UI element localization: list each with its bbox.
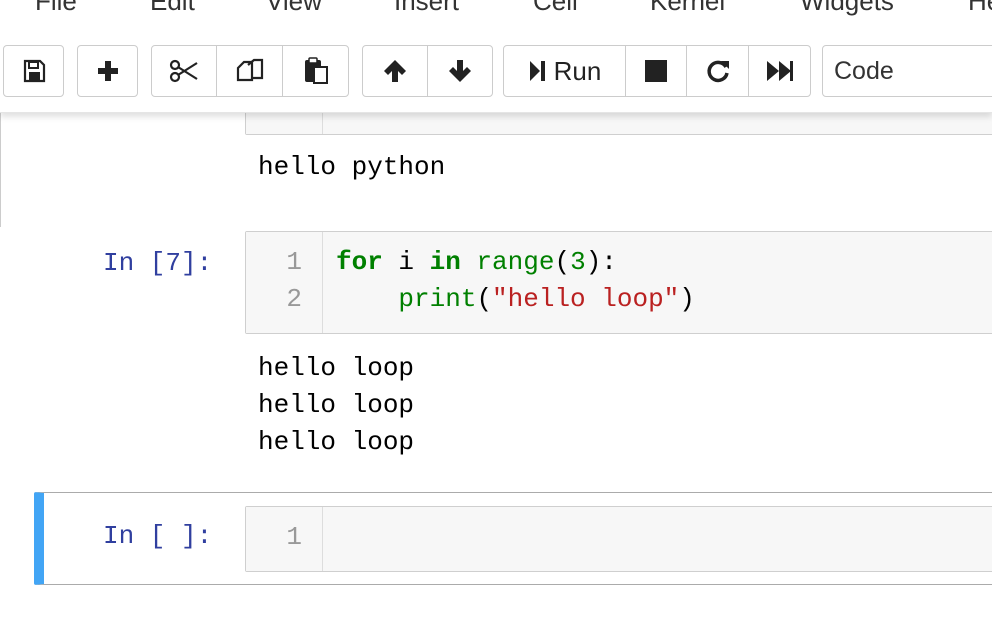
line-number-gutter: 1: [246, 507, 323, 571]
code-line-1: for i in range(3):: [336, 247, 617, 277]
menu-file[interactable]: File: [35, 0, 77, 17]
run-label: Run: [553, 55, 602, 86]
stop-icon: [645, 60, 667, 82]
keyword-in: in: [429, 247, 461, 277]
interrupt-kernel-button[interactable]: [625, 45, 687, 97]
copy-button[interactable]: [216, 45, 283, 97]
input-prompt: In [7]:: [103, 248, 213, 278]
cut-button[interactable]: [151, 45, 217, 97]
paste-icon: [303, 57, 329, 85]
jupyter-notebook-page: hello python In [7]: 1 2 for i in range(…: [0, 0, 992, 619]
plus-icon: [97, 60, 119, 82]
keyword-for: for: [336, 247, 383, 277]
scissors-icon: [169, 59, 199, 83]
line-number-gutter: 1 2: [246, 232, 323, 333]
line-number: 1: [286, 522, 302, 552]
toolbar: Run Code: [0, 34, 992, 113]
paste-button[interactable]: [282, 45, 349, 97]
arrow-down-icon: [447, 58, 473, 84]
move-down-button[interactable]: [427, 45, 493, 97]
menu-help[interactable]: Help: [968, 0, 992, 17]
insert-cell-button[interactable]: [77, 45, 138, 97]
menu-cell[interactable]: Cell: [533, 0, 578, 17]
run-group: Run: [503, 45, 811, 97]
code-paren-close: ): [679, 284, 695, 314]
line-number: 1: [286, 247, 302, 277]
input-prompt: In [ ]:: [103, 521, 213, 551]
move-group: [362, 45, 493, 97]
menubar: File Edit View Insert Cell Kernel Widget…: [0, 0, 992, 34]
code-paren-open: (: [554, 247, 571, 277]
insert-group: [77, 45, 138, 97]
menu-view[interactable]: View: [266, 0, 322, 17]
step-forward-icon: [528, 59, 546, 83]
copy-icon: [236, 58, 264, 84]
menu-kernel[interactable]: Kernel: [650, 0, 725, 17]
restart-kernel-button[interactable]: [686, 45, 749, 97]
cell-output-line: hello loop: [258, 390, 415, 420]
restart-icon: [705, 58, 731, 84]
save-button[interactable]: [3, 45, 64, 97]
cell-output-line: hello python: [258, 152, 446, 182]
menu-widgets[interactable]: Widgets: [800, 0, 894, 17]
fast-forward-icon: [766, 60, 794, 82]
restart-run-all-button[interactable]: [748, 45, 811, 97]
arrow-up-icon: [382, 58, 408, 84]
cell-output-line: hello loop: [258, 427, 415, 457]
code-variable: i: [382, 247, 430, 277]
cell-edge-divider: [0, 112, 1, 227]
cell-output-line: hello loop: [258, 353, 415, 383]
code-string: "hello loop": [492, 284, 680, 314]
code-line-2: print("hello loop"): [336, 284, 695, 314]
builtin-range: range: [476, 247, 555, 277]
clipboard-group: [151, 45, 349, 97]
code-cell-input[interactable]: 1 2 for i in range(3): print("hello loop…: [245, 231, 992, 334]
save-group: [3, 45, 64, 97]
line-number: 2: [286, 284, 302, 314]
floppy-disk-icon: [22, 59, 46, 83]
code-cell-input-empty[interactable]: 1: [245, 506, 992, 572]
code-number: 3: [570, 247, 586, 277]
menu-insert[interactable]: Insert: [394, 0, 459, 17]
menu-edit[interactable]: Edit: [150, 0, 195, 17]
code-paren-open: (: [476, 284, 493, 314]
run-button[interactable]: Run: [503, 45, 626, 97]
move-up-button[interactable]: [362, 45, 428, 97]
builtin-print: print: [398, 284, 477, 314]
code-paren-close: ):: [585, 247, 617, 277]
cell-type-select[interactable]: Code: [822, 45, 992, 97]
